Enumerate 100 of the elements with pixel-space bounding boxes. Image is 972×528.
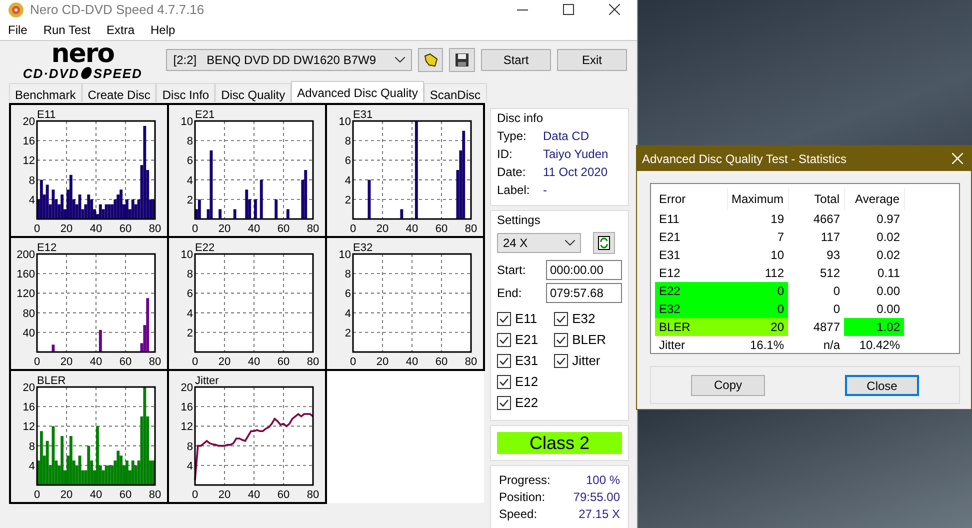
axis-label: 2 [344,326,351,339]
table-cell: E11 [655,210,727,228]
progress-label: Position: [499,488,546,506]
axis-label: 0 [192,488,198,500]
axis-label: 16 [22,401,35,414]
drive-dropdown[interactable]: [2:2] BENQ DVD DD DW1620 B7W9 [166,49,412,71]
axis-label: 60 [119,488,132,500]
chart-title: E11 [37,108,56,120]
axis-label: 60 [277,356,290,366]
bar [254,198,257,218]
checkbox[interactable]: E12 [497,372,554,392]
toolbar-button[interactable]: Start [481,49,552,71]
refresh-button[interactable] [593,232,615,254]
checkbox[interactable]: Jitter [554,350,622,372]
tab[interactable]: ScanDisc [424,82,487,102]
menu-item[interactable]: Help [144,20,182,40]
axis-label: 8 [344,135,351,148]
progress-value: 27.15 X [578,506,620,522]
axis-label: 8 [344,268,351,280]
save-button[interactable] [449,48,476,72]
axis-label: 0 [192,222,198,234]
axis-label: 40 [248,356,260,366]
tab[interactable]: Disc Quality [215,82,292,102]
info-label: Type: [497,128,528,144]
table-cell: 10.42% [844,336,904,354]
menu-item[interactable]: Run Test [37,20,96,40]
table-cell: n/a [788,336,844,354]
axis-label: 20 [180,382,193,394]
dialog-button[interactable]: Close [845,374,919,396]
column-header: Error [655,188,727,210]
bar [98,329,102,352]
speed-dropdown[interactable]: 24 X [497,232,581,252]
table-cell: 0.97 [844,210,904,228]
end-time-field[interactable]: 079:57.68 [546,282,622,302]
toolbar-button[interactable]: Exit [557,49,628,71]
axis-label: 16 [22,135,35,148]
check-icon [499,336,509,344]
dialog-title: Advanced Disc Quality Test - Statistics [642,150,847,168]
checkbox[interactable]: E22 [497,392,554,414]
axis-label: 0 [34,356,40,366]
start-time-field[interactable]: 000:00.00 [546,260,622,280]
axis-label: 0 [34,222,40,234]
table-cell-text: 0.02 [876,229,902,246]
axis-label: 40 [90,356,102,366]
axis-label: 6 [344,154,351,167]
tab[interactable]: Benchmark [9,82,82,102]
table-cell-text: 0.11 [876,265,902,282]
axis-label: 40 [22,326,35,339]
table-cell-text: E31 [658,247,682,264]
tab[interactable]: Create Disc [82,82,156,102]
axis-label: 20 [60,356,73,366]
axis-label: 80 [306,222,320,234]
info-value: - [543,182,547,198]
checkbox[interactable]: BLER [554,330,622,350]
checkbox[interactable]: E21 [497,330,554,350]
minimize-icon[interactable] [516,8,528,11]
progress-value: 100 % [586,472,620,488]
dialog-button[interactable]: Copy [691,374,765,396]
tab[interactable]: Disc Info [156,82,216,102]
tab[interactable]: Advanced Disc Quality [291,80,424,102]
axis-label: 6 [186,288,193,300]
check-icon [499,378,509,386]
axis-label: 12 [22,154,35,167]
axis-label: 4 [344,174,351,186]
menu-item[interactable]: Extra [100,20,140,40]
axis-label: 10 [180,248,193,260]
info-value: Taiyo Yuden [543,146,608,162]
axis-label: 80 [148,222,162,234]
maximize-icon[interactable] [562,4,574,16]
progress-value: 79:55.00 [573,488,620,506]
menu-item[interactable]: File [2,20,34,40]
checkbox[interactable]: E32 [554,308,622,330]
checkbox[interactable]: E11 [497,308,554,330]
axis-label: 10 [338,248,351,260]
table-cell: 0 [727,300,788,318]
close-icon[interactable] [608,4,620,16]
bar [260,179,263,218]
axis-label: 4 [186,174,193,186]
chart-title: E31 [353,108,373,120]
table-cell-text: 0.02 [876,247,902,264]
chart-title: E22 [195,242,215,254]
axis-label: 8 [186,135,193,148]
bar [218,208,222,218]
info-label: ID: [497,146,514,162]
group-title: Settings [497,212,542,228]
table-cell: E12 [655,264,727,282]
axis-label: 4 [28,460,35,472]
checkbox[interactable]: E31 [497,350,554,372]
table-cell: E32 [655,300,727,318]
drive-settings-button[interactable] [418,48,444,72]
group-title: Disc info [497,110,544,126]
axis-label: 0 [350,222,356,234]
refresh-icon [598,236,610,250]
progress-label: Speed: [499,506,538,522]
check-icon [556,314,566,324]
axis-label: 60 [119,356,132,366]
axis-label: 160 [16,268,35,280]
axis-label: 60 [277,488,290,500]
axis-label: 20 [218,488,231,500]
table-cell-text: 117 [820,229,842,246]
